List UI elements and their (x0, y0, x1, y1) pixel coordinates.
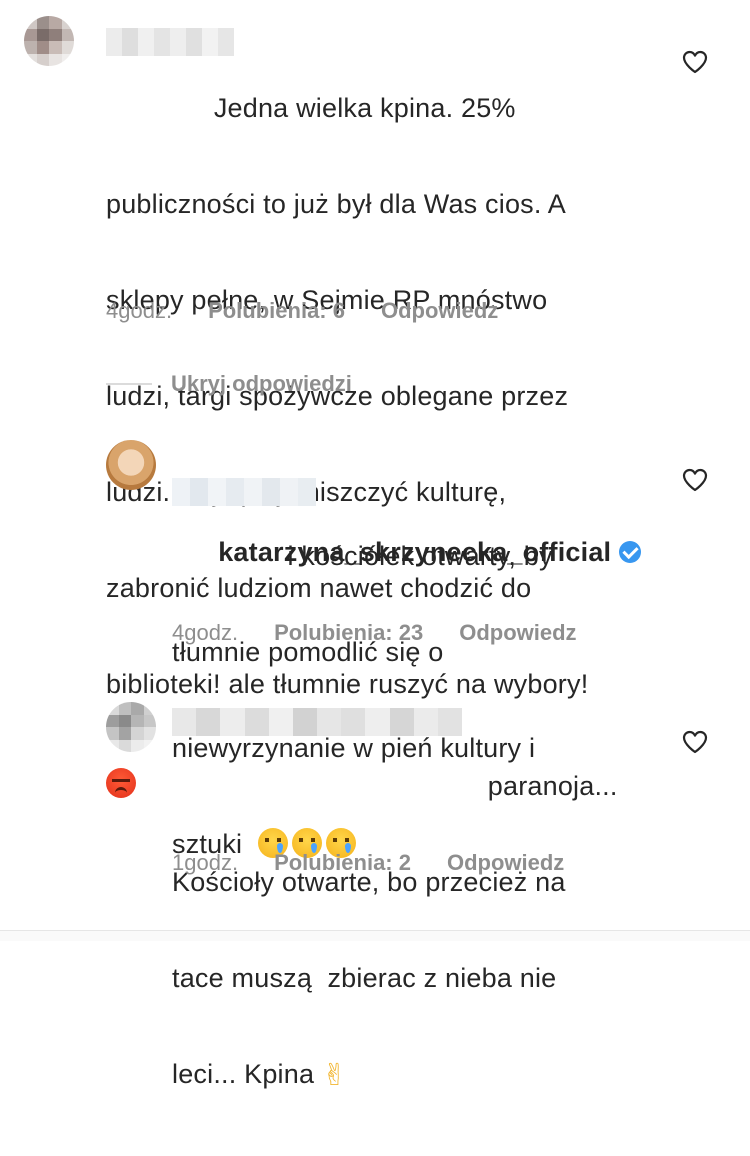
victory-hand-emoji: ✌ (321, 1059, 348, 1092)
bottom-edge (0, 930, 750, 941)
hide-replies-button[interactable]: Ukryj odpowiedzi (171, 371, 352, 397)
comment-time: 1godz. (172, 850, 239, 875)
replies-divider (106, 383, 152, 385)
comment-meta: 4godz. Polubienia: 6 Odpowiedz (106, 298, 498, 324)
like-heart-icon[interactable] (682, 468, 708, 492)
comment-time: 4godz. (172, 620, 239, 645)
avatar[interactable] (24, 16, 74, 66)
comment-line-end: leci... Kpina (172, 1059, 315, 1089)
like-heart-icon[interactable] (682, 50, 708, 74)
reply-button[interactable]: Odpowiedz (447, 850, 564, 876)
angry-face-emoji (106, 768, 136, 798)
comment-meta: 4godz. Polubienia: 23 Odpowiedz (172, 620, 577, 646)
comment-line: i kościółek otwarty, by (172, 541, 553, 571)
comment-line: tace muszą zbierac z nieba nie (172, 963, 557, 993)
like-heart-icon[interactable] (682, 730, 708, 754)
comment-line: paranoja... (172, 771, 618, 801)
reply-button[interactable]: Odpowiedz (381, 298, 498, 324)
comment-meta: 1godz. Polubienia: 2 Odpowiedz (172, 850, 564, 876)
reply-button[interactable]: Odpowiedz (459, 620, 576, 646)
comment-line: publiczności to już był dla Was cios. A (106, 189, 566, 219)
avatar[interactable] (106, 702, 156, 752)
likes-count-link[interactable]: Polubienia: 6 (208, 298, 345, 324)
avatar[interactable] (106, 440, 156, 490)
likes-count-link[interactable]: Polubienia: 2 (274, 850, 411, 876)
comment-line: Jedna wielka kpina. 25% (106, 93, 516, 123)
comment-line: leci... Kpina ✌ (172, 1058, 652, 1092)
comment-time: 4godz. (106, 298, 173, 323)
likes-count-link[interactable]: Polubienia: 23 (274, 620, 423, 646)
